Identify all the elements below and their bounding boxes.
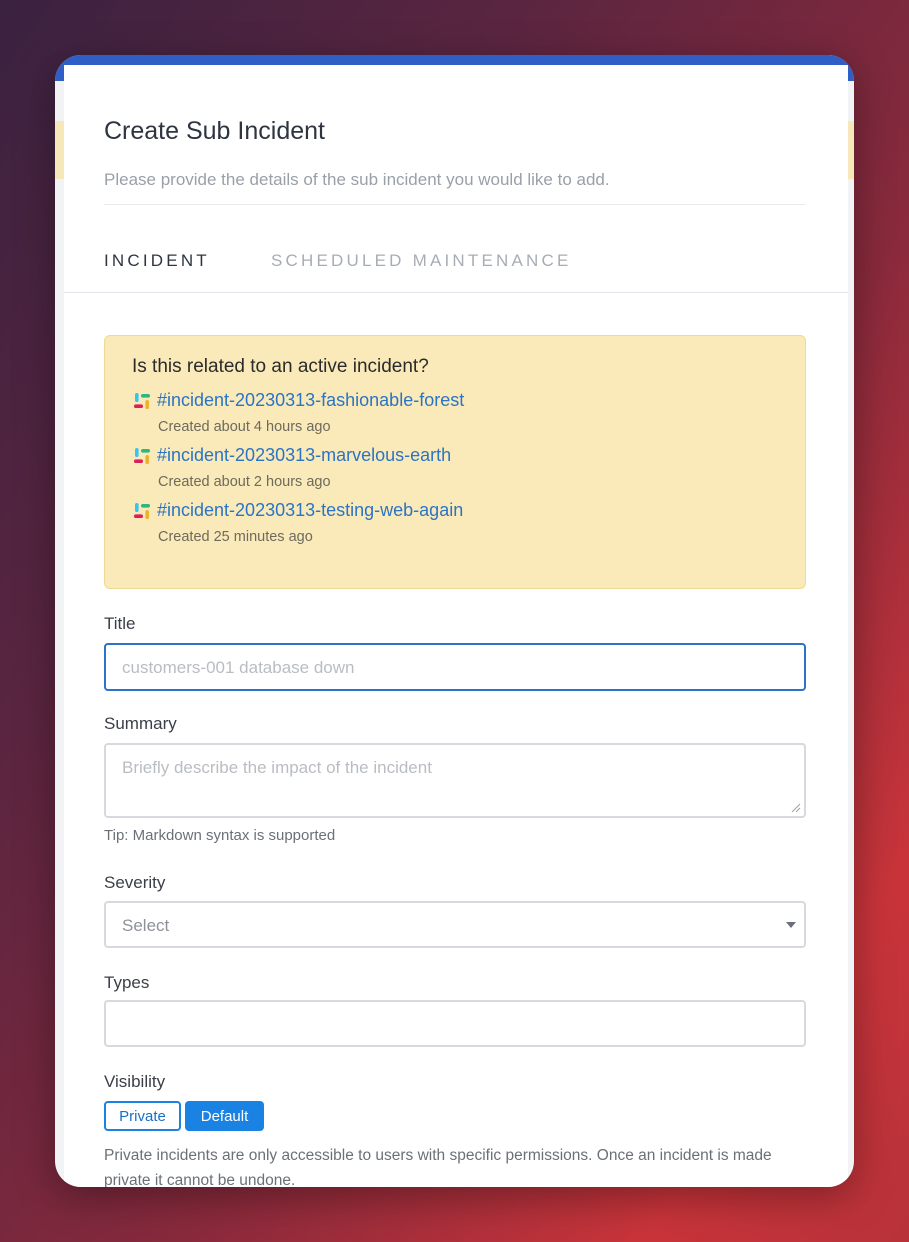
related-incident-item: #incident-20230313-marvelous-earth Creat… xyxy=(132,445,772,490)
visibility-note: Private incidents are only accessible to… xyxy=(104,1147,772,1187)
alert-question: Is this related to an active incident? xyxy=(132,356,429,377)
divider xyxy=(104,204,806,205)
markdown-tip: Tip: Markdown syntax is supported xyxy=(104,827,336,844)
severity-label: Severity xyxy=(104,873,166,892)
incident-link[interactable]: #incident-20230313-fashionable-forest xyxy=(132,390,772,411)
create-sub-incident-modal: Create Sub Incident Please provide the d… xyxy=(64,65,848,1187)
severity-value: Select xyxy=(122,916,170,935)
tab-incident[interactable]: INCIDENT xyxy=(104,251,210,271)
modal-title: Create Sub Incident xyxy=(104,117,325,145)
incident-created-time: Created 25 minutes ago xyxy=(158,529,313,545)
related-incident-item: #incident-20230313-testing-web-again Cre… xyxy=(132,500,772,545)
caret-down-icon xyxy=(786,922,796,928)
incident-link[interactable]: #incident-20230313-marvelous-earth xyxy=(132,445,772,466)
summary-textarea[interactable]: Briefly describe the impact of the incid… xyxy=(104,743,806,818)
summary-label: Summary xyxy=(104,714,177,733)
related-incident-item: #incident-20230313-fashionable-forest Cr… xyxy=(132,390,772,435)
summary-placeholder: Briefly describe the impact of the incid… xyxy=(122,758,432,777)
incident-link-text[interactable]: #incident-20230313-marvelous-earth xyxy=(157,445,451,466)
slack-icon xyxy=(134,502,150,519)
incident-created-time: Created about 2 hours ago xyxy=(158,474,331,490)
app-window: Create Sub Incident Please provide the d… xyxy=(55,55,854,1187)
severity-select[interactable]: Select xyxy=(104,901,806,948)
tab-scheduled-maintenance[interactable]: SCHEDULED MAINTENANCE xyxy=(271,251,572,271)
incident-link-text[interactable]: #incident-20230313-testing-web-again xyxy=(157,500,463,521)
slack-icon xyxy=(134,392,150,409)
incident-created-time: Created about 4 hours ago xyxy=(158,419,331,435)
visibility-private-button[interactable]: Private xyxy=(104,1101,181,1131)
incident-link-text[interactable]: #incident-20230313-fashionable-forest xyxy=(157,390,464,411)
visibility-label: Visibility xyxy=(104,1072,166,1091)
visibility-default-button[interactable]: Default xyxy=(185,1101,264,1131)
tabs-divider xyxy=(64,292,848,293)
resize-handle-icon[interactable] xyxy=(791,803,801,813)
title-placeholder: customers-001 database down xyxy=(122,658,355,677)
slack-icon xyxy=(134,447,150,464)
modal-subtitle: Please provide the details of the sub in… xyxy=(104,170,610,189)
title-input[interactable]: customers-001 database down xyxy=(104,643,806,691)
types-label: Types xyxy=(104,973,150,992)
title-label: Title xyxy=(104,614,136,633)
incident-link[interactable]: #incident-20230313-testing-web-again xyxy=(132,500,772,521)
related-incident-alert: Is this related to an active incident? #… xyxy=(104,335,806,589)
types-input[interactable] xyxy=(104,1000,806,1047)
